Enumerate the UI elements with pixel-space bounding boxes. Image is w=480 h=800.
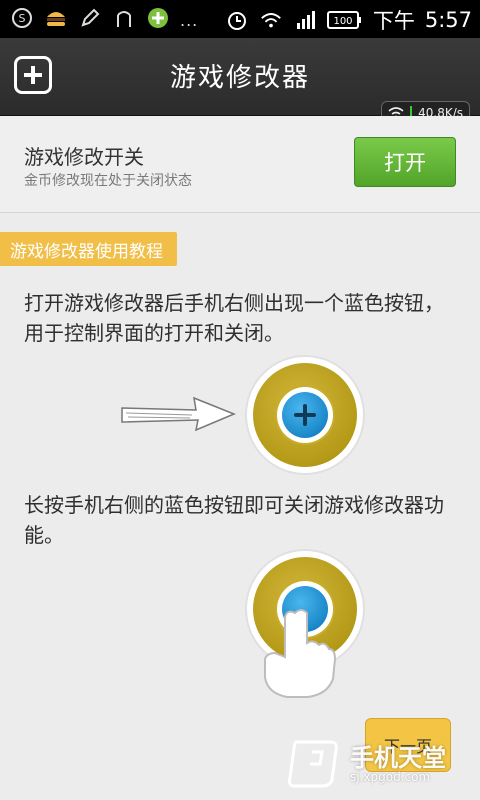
status-bar: S ... 100 下午 5:57 [0,0,480,38]
divider [0,212,480,213]
long-press-illustration [247,551,363,698]
burger-icon [44,6,68,30]
blue-button-illustration [247,357,363,473]
switch-status: 金币修改现在处于关闭状态 [24,173,192,189]
svg-text:S: S [19,12,26,25]
hand-pointer-icon [264,609,337,698]
green-plus-icon [146,6,170,30]
sketch-arrow-icon [121,396,236,432]
time: 5:57 [424,8,472,32]
time-period: 下午 [372,9,415,33]
tutorial-step-2: 长按手机右侧的蓝色按钮即可关闭游戏修改器功能。 [24,493,444,547]
battery-icon: 100 [326,8,363,32]
signal-icon [293,8,317,32]
watermark: 手机天堂 sj.xpgod.com [286,730,466,794]
alarm-icon [225,8,249,32]
watermark-logo-icon [288,740,338,788]
more-notifications: ... [180,10,199,30]
switch-title: 游戏修改开关 [24,145,144,169]
watermark-domain: sj.xpgod.com [350,770,431,784]
shield-s-icon: S [10,6,34,30]
tutorial-heading: 游戏修改器使用教程 [0,232,177,266]
notification-icons: S ... [10,6,198,30]
pen-icon [78,6,102,30]
watermark-brand: 手机天堂 [350,744,446,772]
open-button[interactable]: 打开 [354,137,456,187]
plus-icon [294,404,316,426]
system-icons: 100 下午 5:57 [225,5,472,35]
usb-icon [112,6,136,30]
page-title: 游戏修改器 [169,63,310,93]
wifi-icon [259,8,283,32]
tutorial-step-1: 打开游戏修改器后手机右侧出现一个蓝色按钮，用于控制界面的打开和关闭。 [24,291,444,345]
blue-float-button [282,392,328,438]
game-modifier-switch-row: 游戏修改开关 金币修改现在处于关闭状态 打开 [0,116,480,212]
battery-text: 100 [333,16,352,27]
